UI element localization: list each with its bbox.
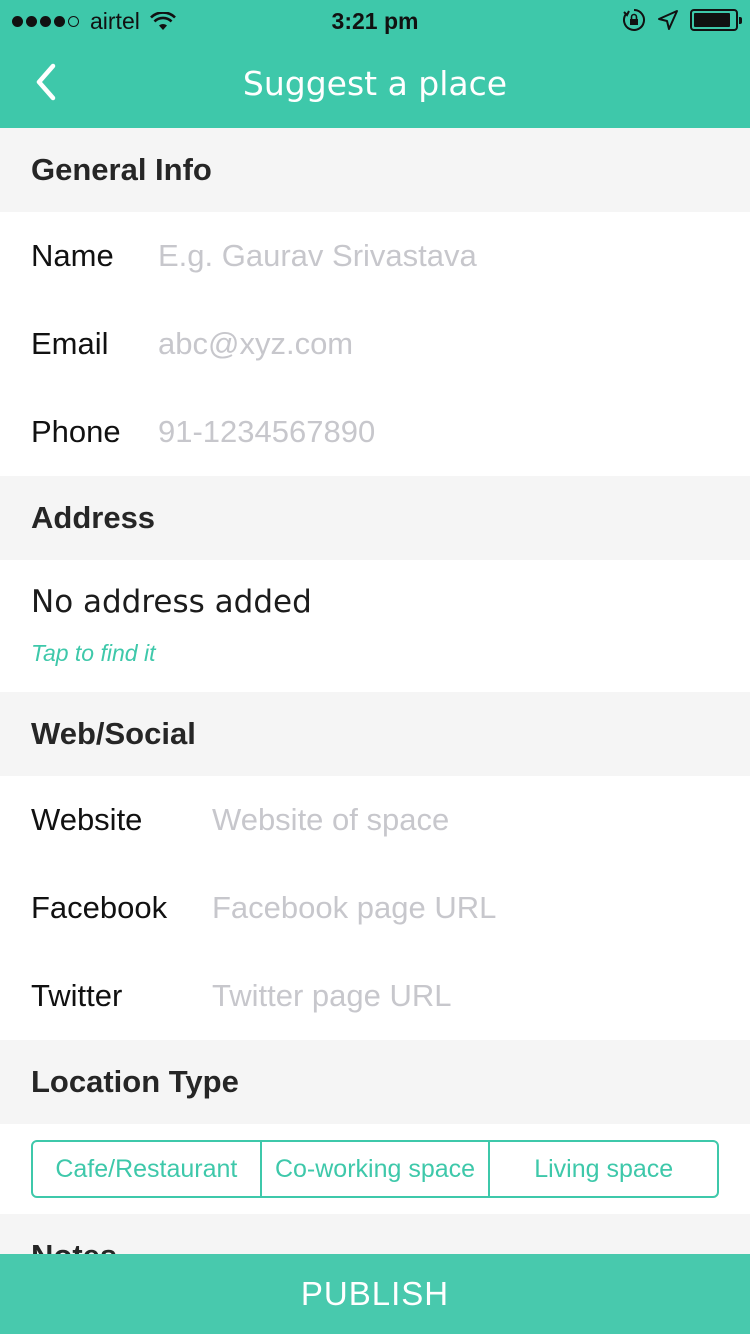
facebook-input[interactable] xyxy=(212,890,692,926)
location-type-segmented: Cafe/Restaurant Co-working space Living … xyxy=(31,1140,719,1198)
twitter-input[interactable] xyxy=(212,978,692,1014)
name-label: Name xyxy=(31,238,114,273)
email-label: Email xyxy=(31,326,109,361)
section-header-location-type: Location Type xyxy=(0,1040,750,1124)
facebook-label: Facebook xyxy=(31,890,168,925)
name-input[interactable] xyxy=(158,238,638,274)
navigation-bar: Suggest a place xyxy=(0,40,750,128)
section-header-general-info: General Info xyxy=(0,128,750,212)
top-bar: airtel 3:21 pm Suggest a place xyxy=(0,0,750,128)
segment-coworking-space[interactable]: Co-working space xyxy=(262,1142,491,1196)
segment-cafe-restaurant[interactable]: Cafe/Restaurant xyxy=(33,1142,262,1196)
segment-living-space[interactable]: Living space xyxy=(490,1142,717,1196)
rotation-lock-icon xyxy=(623,9,645,31)
email-input[interactable] xyxy=(158,326,638,362)
section-header-address: Address xyxy=(0,476,750,560)
section-header-web-social: Web/Social xyxy=(0,692,750,776)
email-row: Email xyxy=(0,300,750,388)
publish-button[interactable]: PUBLISH xyxy=(0,1254,750,1334)
address-status: No address added xyxy=(31,584,312,620)
web-social-fields: Website Facebook Twitter xyxy=(0,776,750,1040)
phone-input[interactable] xyxy=(158,414,638,450)
find-address-link[interactable]: Tap to find it xyxy=(31,640,155,667)
status-right xyxy=(622,8,742,32)
website-label: Website xyxy=(31,802,143,837)
address-box[interactable]: No address added Tap to find it xyxy=(0,560,750,692)
phone-row: Phone xyxy=(0,388,750,476)
status-bar: airtel 3:21 pm xyxy=(0,0,750,40)
facebook-row: Facebook xyxy=(0,864,750,952)
name-row: Name xyxy=(0,212,750,300)
section-header-notes: Notes xyxy=(0,1214,750,1254)
phone-label: Phone xyxy=(31,414,121,449)
battery-icon xyxy=(690,9,742,31)
general-info-fields: Name Email Phone xyxy=(0,212,750,476)
location-type-control: Cafe/Restaurant Co-working space Living … xyxy=(0,1124,750,1214)
website-row: Website xyxy=(0,776,750,864)
twitter-row: Twitter xyxy=(0,952,750,1040)
form-content: General Info Name Email Phone Address No… xyxy=(0,128,750,1254)
twitter-label: Twitter xyxy=(31,978,123,1013)
page-title: Suggest a place xyxy=(242,64,508,103)
location-arrow-icon xyxy=(658,10,678,30)
website-input[interactable] xyxy=(212,802,692,838)
